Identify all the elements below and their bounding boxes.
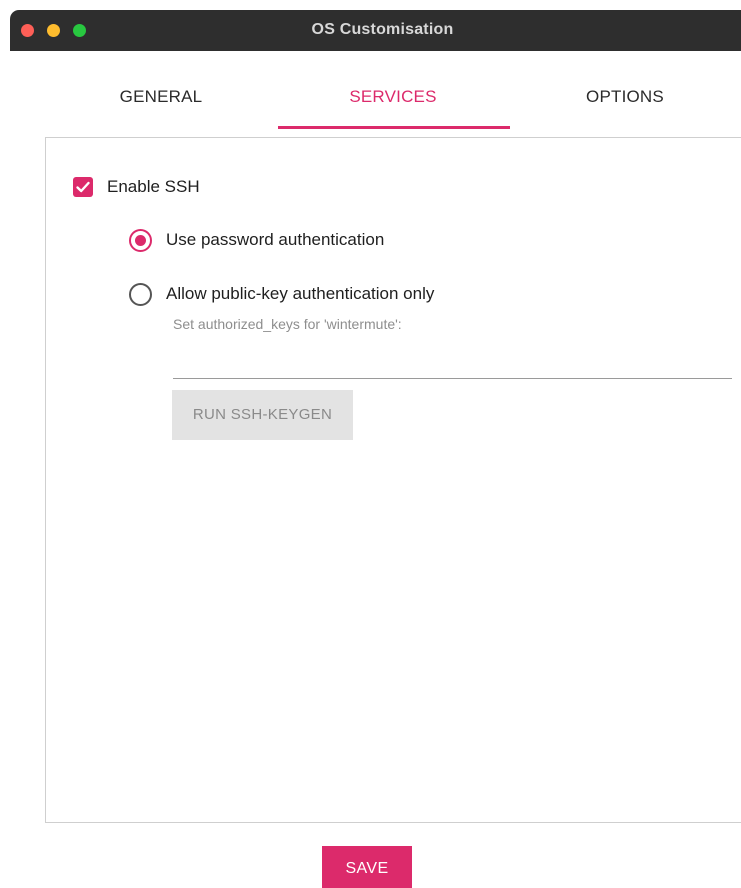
password-auth-label: Use password authentication: [166, 230, 385, 249]
tab-options[interactable]: OPTIONS: [509, 68, 741, 130]
os-customisation-window: OS Customisation GENERAL SERVICES OPTION…: [0, 0, 741, 888]
tab-services[interactable]: SERVICES: [277, 68, 509, 130]
enable-ssh-checkbox[interactable]: [73, 177, 93, 197]
title-bar[interactable]: OS Customisation: [10, 10, 741, 51]
checkmark-icon: [76, 181, 90, 193]
services-panel: Enable SSH Use password authentication A…: [45, 137, 741, 823]
authorized-keys-hint: Set authorized_keys for 'wintermute':: [173, 316, 402, 332]
tab-bar: GENERAL SERVICES OPTIONS: [45, 68, 741, 130]
run-ssh-keygen-button[interactable]: RUN SSH-KEYGEN: [172, 390, 353, 440]
public-key-auth-radio[interactable]: [129, 282, 152, 306]
public-key-auth-label: Allow public-key authentication only: [166, 284, 435, 303]
public-key-auth-option[interactable]: Allow public-key authentication only: [129, 281, 434, 307]
save-button[interactable]: SAVE: [322, 846, 412, 888]
password-auth-radio[interactable]: [129, 228, 152, 252]
password-auth-option[interactable]: Use password authentication: [129, 227, 384, 253]
enable-ssh-label: Enable SSH: [107, 177, 200, 196]
authorized-keys-input[interactable]: [173, 348, 732, 379]
active-tab-indicator: [278, 126, 510, 129]
tab-general[interactable]: GENERAL: [45, 68, 277, 130]
window-title: OS Customisation: [311, 21, 454, 38]
enable-ssh-checkbox-row[interactable]: Enable SSH: [73, 175, 200, 199]
